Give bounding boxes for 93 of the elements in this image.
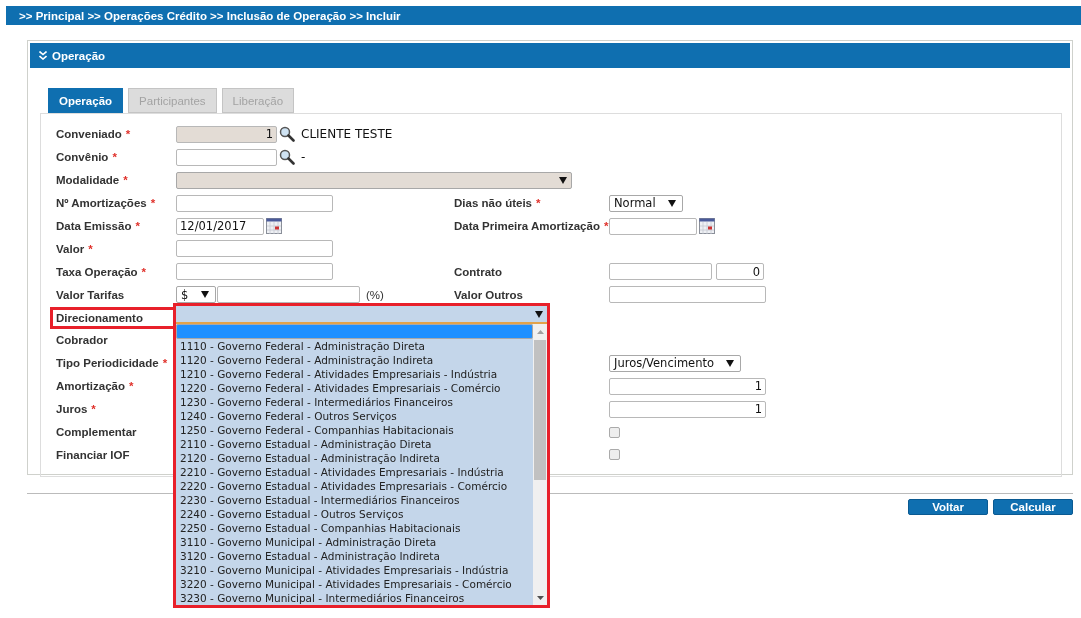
collapse-icon xyxy=(39,51,47,60)
field-label: Juros xyxy=(56,403,88,416)
input-field[interactable]: 1 xyxy=(609,400,766,418)
panel-header[interactable]: Operação xyxy=(30,43,1070,68)
input-field[interactable] xyxy=(176,263,333,281)
caret-icon xyxy=(201,291,209,299)
field-label: Data Primeira Amortização xyxy=(454,220,600,232)
required-mark: * xyxy=(150,197,156,210)
input-field[interactable] xyxy=(609,263,712,281)
field-label: Valor xyxy=(56,242,85,255)
required-mark: * xyxy=(535,197,541,210)
caret-icon xyxy=(559,176,567,184)
checkbox[interactable] xyxy=(609,426,620,438)
dropdown-option[interactable]: 1110 - Governo Federal - Administração Direta xyxy=(176,339,533,354)
select-field[interactable] xyxy=(176,171,572,189)
field-label: Contrato xyxy=(454,265,502,278)
field-label: Data Emissão xyxy=(56,220,132,232)
dropdown-option[interactable]: 2120 - Governo Estadual - Administração Indireta xyxy=(176,451,533,466)
scrollbar[interactable] xyxy=(533,324,547,606)
dropdown-option[interactable]: 1210 - Governo Federal - Atividades Empresariais - Indústria xyxy=(176,367,533,382)
select-field[interactable]: Juros/Vencimento xyxy=(609,354,742,372)
caret-icon xyxy=(726,359,735,367)
date-field[interactable] xyxy=(609,217,697,235)
field-label: Conveniado xyxy=(56,128,122,141)
dropdown-option[interactable]: 3210 - Governo Municipal - Atividades Empresariais - Indústria xyxy=(176,563,533,578)
required-mark: * xyxy=(603,220,609,232)
search-icon xyxy=(279,126,295,143)
dropdown-option[interactable]: 1120 - Governo Federal - Administração Indireta xyxy=(176,353,533,368)
dropdown-option[interactable]: 3110 - Governo Municipal - Administração Direta xyxy=(176,535,533,550)
required-mark: * xyxy=(91,403,96,416)
option-highlight[interactable] xyxy=(176,324,533,340)
field-label: Cobrador xyxy=(56,334,108,347)
input-field[interactable] xyxy=(217,286,360,304)
input-field[interactable] xyxy=(176,194,333,212)
required-mark: * xyxy=(88,242,93,255)
input-field[interactable] xyxy=(176,240,333,258)
required-mark: * xyxy=(112,151,117,164)
currency-select[interactable]: $ xyxy=(176,286,216,304)
field-label: Amortização xyxy=(56,380,126,393)
breadcrumb[interactable]: >> Principal >> Operações Crédito >> Inclusão de Operação >> Incluir xyxy=(19,9,401,22)
field-label: Nº Amortizações xyxy=(56,197,147,210)
field-label: Complementar xyxy=(56,426,137,438)
panel-title: Operação xyxy=(52,49,106,62)
required-mark: * xyxy=(162,357,168,370)
caret-icon xyxy=(535,310,543,318)
lookup-text: - xyxy=(301,150,306,165)
field-label: Dias não úteis xyxy=(454,197,532,210)
scroll-thumb[interactable] xyxy=(534,340,546,481)
input-field[interactable] xyxy=(609,286,766,304)
button[interactable]: Calcular xyxy=(993,499,1073,515)
select-field[interactable]: Normal xyxy=(609,194,683,212)
field-label: Valor Tarifas xyxy=(56,288,125,301)
lookup-text: CLIENTE TESTE xyxy=(301,127,393,142)
input-field[interactable]: 0 xyxy=(716,263,764,281)
dropdown-option[interactable]: 1250 - Governo Federal - Companhias Habitacionais xyxy=(176,423,533,438)
dropdown-option[interactable]: 2240 - Governo Estadual - Outros Serviços xyxy=(176,507,533,522)
dropdown-option[interactable]: 3220 - Governo Municipal - Atividades Empresariais - Comércio xyxy=(176,577,533,592)
scroll-down-icon xyxy=(536,596,544,601)
dropdown-option[interactable]: 2210 - Governo Estadual - Atividades Empresariais - Indústria xyxy=(176,465,533,480)
dropdown-option[interactable]: 1230 - Governo Federal - Intermediários Financeiros xyxy=(176,395,533,410)
field-label: Convênio xyxy=(56,151,109,164)
field-label: Financiar IOF xyxy=(56,448,130,461)
required-mark: * xyxy=(135,220,140,232)
calendar-icon xyxy=(266,218,282,234)
required-mark: * xyxy=(141,265,147,278)
dropdown-option[interactable]: 3230 - Governo Municipal - Intermediários Financeiros xyxy=(176,591,533,606)
required-mark: * xyxy=(129,380,134,393)
field-label: Modalidade xyxy=(56,174,120,187)
required-mark: * xyxy=(123,174,128,187)
dropdown-option[interactable]: 1220 - Governo Federal - Atividades Empresariais - Comércio xyxy=(176,381,533,396)
dropdown-option[interactable]: 2110 - Governo Estadual - Administração Direta xyxy=(176,437,533,452)
input-field[interactable] xyxy=(176,148,277,166)
field-label: Tipo Periodicidade xyxy=(56,357,159,370)
tab[interactable]: Operação xyxy=(48,88,124,113)
field-label: Taxa Operação xyxy=(56,265,138,278)
checkbox[interactable] xyxy=(609,449,620,461)
date-field[interactable]: 12/01/2017 xyxy=(176,217,264,235)
search-icon xyxy=(279,149,295,166)
dropdown-option[interactable]: 1240 - Governo Federal - Outros Serviços xyxy=(176,409,533,424)
input-field[interactable]: 1 xyxy=(609,377,766,395)
calendar-icon xyxy=(699,218,715,234)
dropdown-option[interactable]: 2230 - Governo Estadual - Intermediários Financeiros xyxy=(176,493,533,508)
button[interactable]: Voltar xyxy=(908,499,988,515)
dropdown-option[interactable]: 2220 - Governo Estadual - Atividades Empresariais - Comércio xyxy=(176,479,533,494)
required-mark: * xyxy=(125,128,131,141)
scroll-up-icon xyxy=(536,330,544,335)
field-label: Valor Outros xyxy=(454,288,524,301)
caret-icon xyxy=(667,199,676,207)
unit-label: (%) xyxy=(366,288,384,301)
dropdown-option[interactable]: 3120 - Governo Estadual - Administração Indireta xyxy=(176,549,533,564)
input-field[interactable]: 1 xyxy=(176,125,277,143)
select-field[interactable] xyxy=(176,306,547,325)
dropdown-option[interactable]: 2250 - Governo Estadual - Companhias Habitacionais xyxy=(176,521,533,536)
